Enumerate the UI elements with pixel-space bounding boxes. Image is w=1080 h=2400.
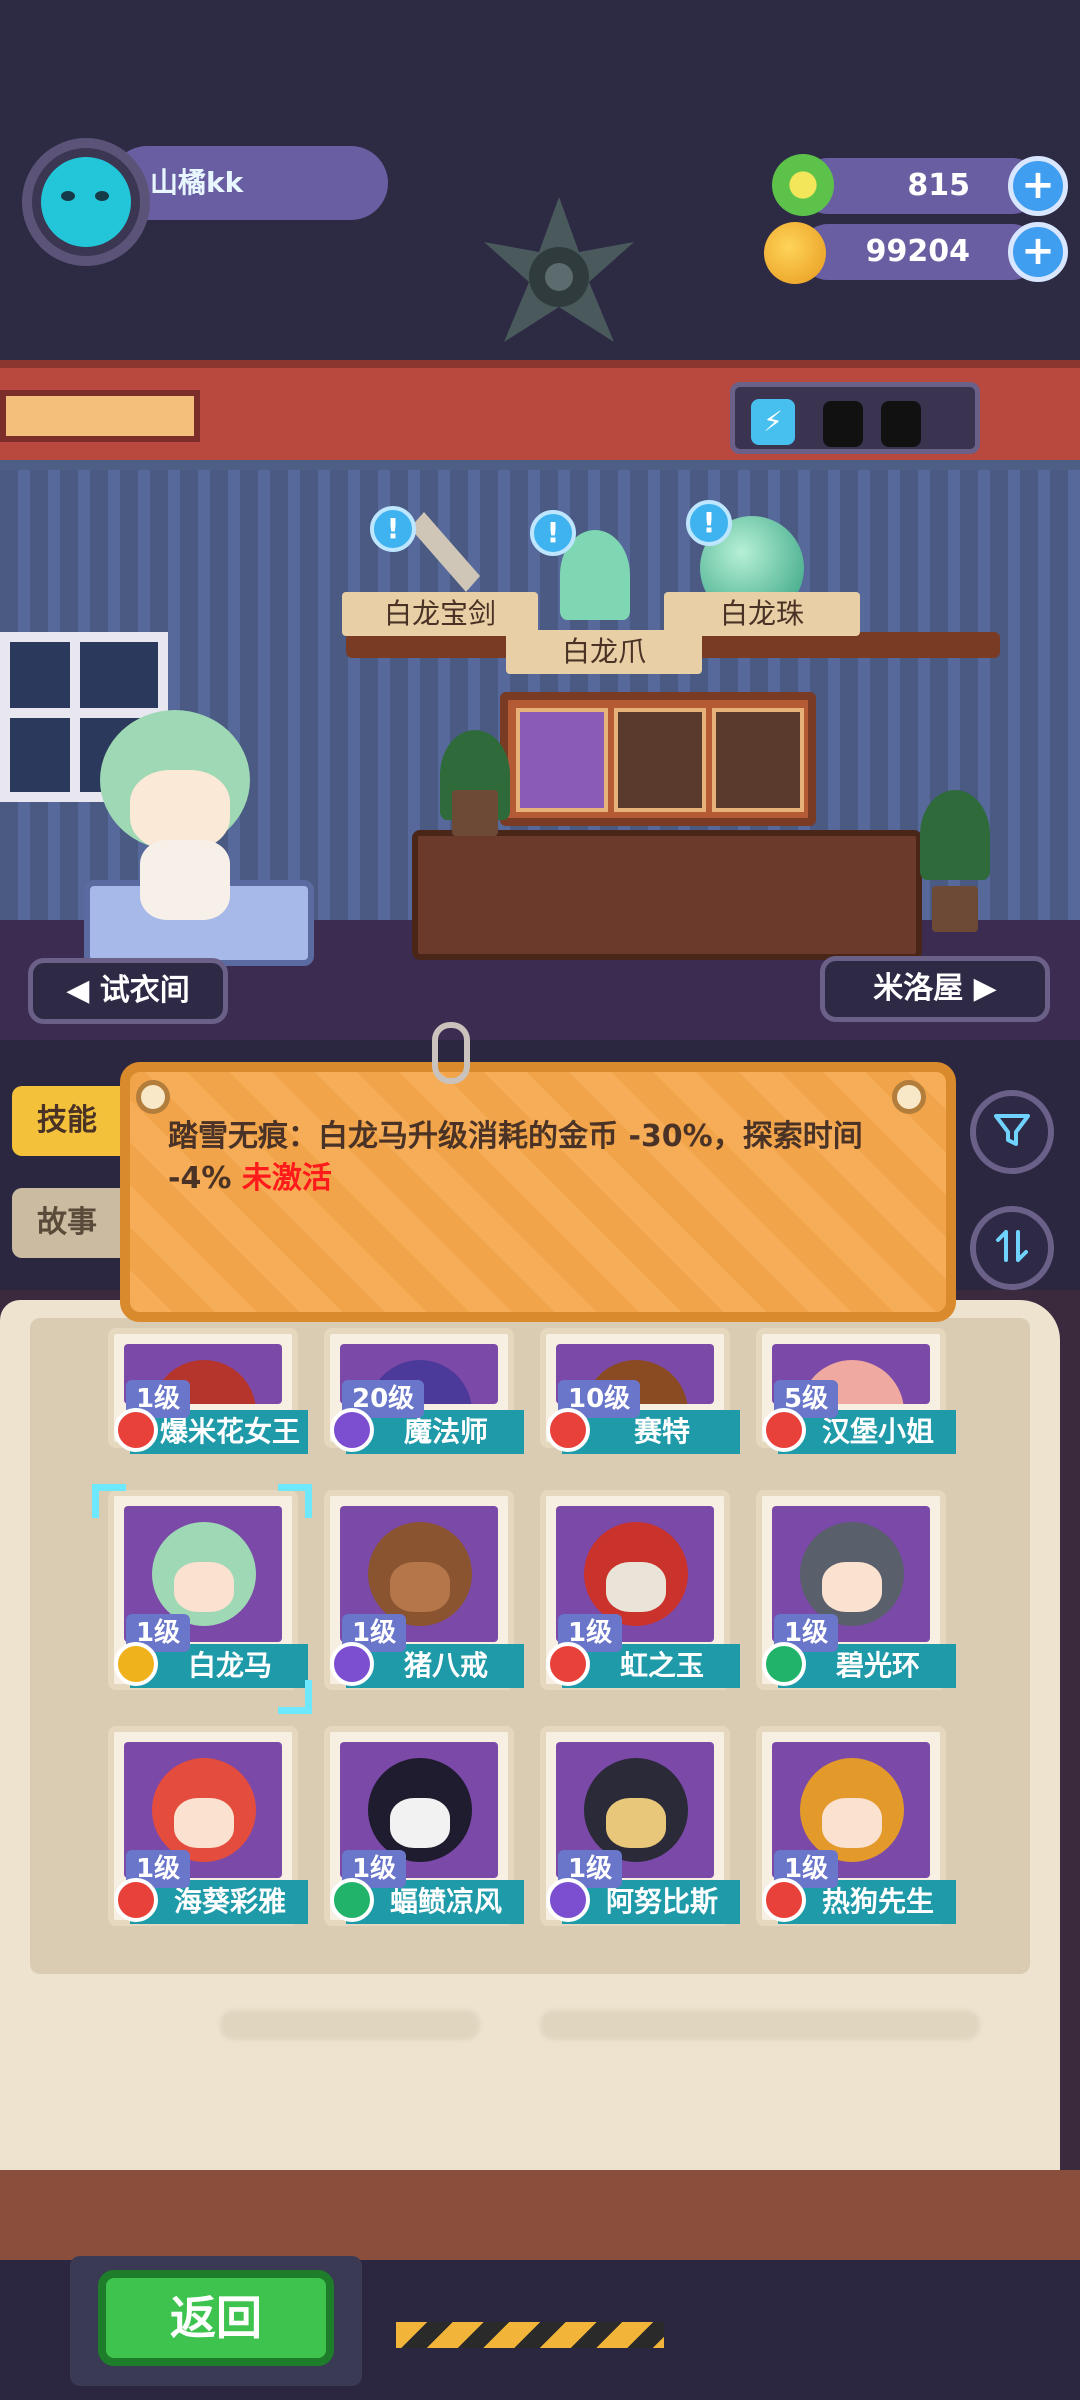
rarity-badge (330, 1642, 374, 1686)
filter-button[interactable] (970, 1090, 1054, 1174)
character-card[interactable]: 猪八戒 1级 (324, 1490, 524, 1690)
back-button[interactable]: 返回 (98, 2270, 334, 2366)
book-cover (0, 2170, 1080, 2270)
player-avatar[interactable] (22, 138, 150, 266)
character-card[interactable]: 阿努比斯 1级 (540, 1726, 740, 1926)
energy-icon: ⚡ (751, 399, 795, 445)
alert-icon: ! (370, 506, 416, 552)
rarity-badge (114, 1878, 158, 1922)
rarity-badge (546, 1408, 590, 1452)
coin-icon (764, 222, 826, 284)
blurred-text (220, 2010, 480, 2040)
wall-fan-decoration (484, 197, 634, 342)
selection-corner (278, 1484, 312, 1518)
sort-button[interactable] (970, 1206, 1054, 1290)
gem-icon (772, 154, 834, 216)
rarity-badge (330, 1408, 374, 1452)
character-card-selected[interactable]: 白龙马 1级 (108, 1490, 308, 1690)
character-card[interactable]: 赛特 10级 (540, 1328, 740, 1454)
character-card[interactable]: 魔法师 20级 (324, 1328, 524, 1454)
tab-skill[interactable]: 技能 (12, 1086, 122, 1156)
selection-corner (92, 1484, 126, 1518)
rarity-badge (114, 1642, 158, 1686)
plant-decoration (920, 790, 990, 880)
character-card[interactable]: 虹之玉 1级 (540, 1490, 740, 1690)
rarity-badge (762, 1408, 806, 1452)
add-coins-button[interactable]: + (1008, 222, 1068, 282)
alert-icon: ! (530, 510, 576, 556)
rarity-badge (330, 1878, 374, 1922)
rarity-badge (114, 1408, 158, 1452)
hazard-stripe (396, 2322, 664, 2348)
skill-status: 未激活 (241, 1161, 332, 1196)
wardrobe-nav-button[interactable]: ◀ 试衣间 (28, 958, 228, 1024)
sort-icon (996, 1230, 1028, 1262)
machine-strip: ⚡ (0, 360, 1080, 460)
item-label-claw: 白龙爪 (506, 630, 702, 674)
character-card[interactable]: 汉堡小姐 5级 (756, 1328, 956, 1454)
plant-pot (932, 886, 978, 932)
player-name: 山橘kk (110, 146, 388, 220)
pin-icon (892, 1080, 926, 1114)
rarity-badge (546, 1642, 590, 1686)
character-card[interactable]: 热狗先生 1级 (756, 1726, 956, 1926)
character-card[interactable]: 爆米花女王 1级 (108, 1328, 308, 1454)
coin-counter: 99204 (800, 224, 1040, 280)
gem-counter: 815 (800, 158, 1040, 214)
alert-icon: ! (686, 500, 732, 546)
selection-corner (278, 1680, 312, 1714)
pin-icon (136, 1080, 170, 1114)
character-card[interactable]: 蝠鲼凉风 1级 (324, 1726, 524, 1926)
plant-pot (452, 790, 498, 836)
character-card[interactable]: 海葵彩雅 1级 (108, 1726, 308, 1926)
add-gems-button[interactable]: + (1008, 156, 1068, 216)
character-portrait[interactable] (60, 690, 290, 920)
paper-clip-icon (432, 1022, 470, 1084)
blurred-text (540, 2010, 980, 2040)
rarity-badge (546, 1878, 590, 1922)
filter-icon (994, 1114, 1030, 1146)
rarity-badge (762, 1878, 806, 1922)
milo-house-nav-button[interactable]: 米洛屋 ▶ (820, 956, 1050, 1022)
rarity-badge (762, 1642, 806, 1686)
desk (412, 830, 922, 960)
character-card[interactable]: 碧光环 1级 (756, 1490, 956, 1690)
item-label-pearl: 白龙珠 (664, 592, 860, 636)
collection-cabinet (500, 692, 816, 826)
skill-description: 踏雪无痕：白龙马升级消耗的金币 -30%，探索时间 -4% 未激活 (168, 1116, 908, 1200)
tab-story[interactable]: 故事 (12, 1188, 122, 1258)
